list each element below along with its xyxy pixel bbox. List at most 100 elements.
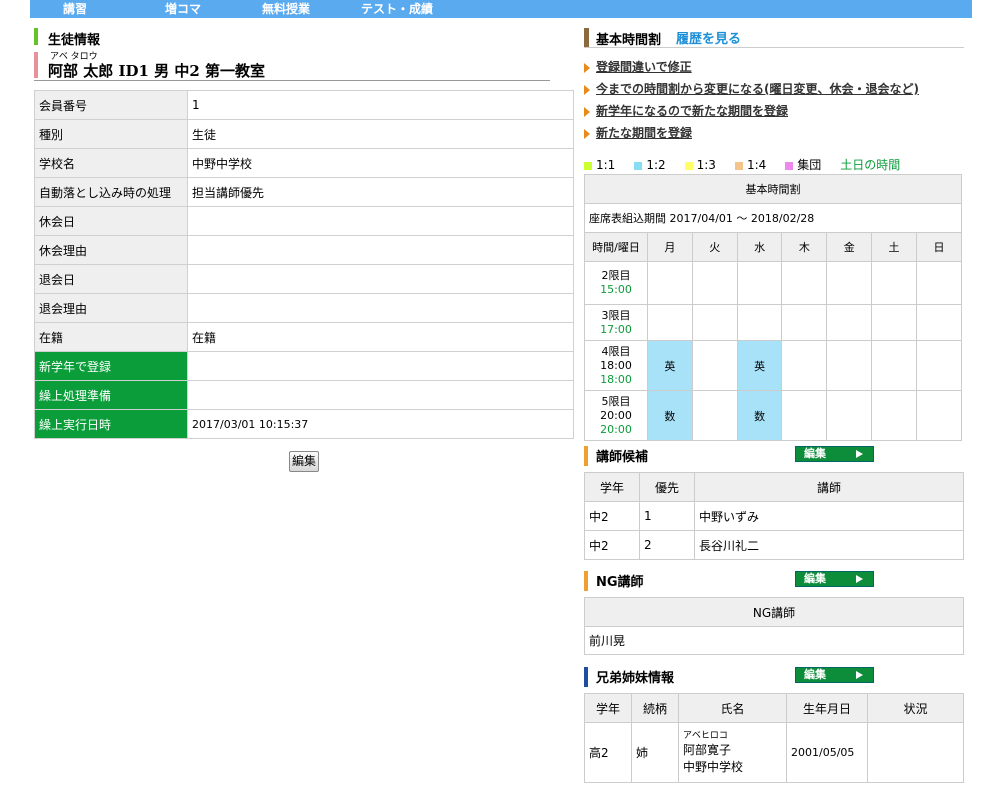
period-label: 4限目 xyxy=(601,344,631,358)
timetable-cell[interactable] xyxy=(871,340,917,391)
day-header: 水 xyxy=(736,232,783,262)
timetable-period: 座席表組込期間 2017/04/01 〜 2018/02/28 xyxy=(584,203,962,233)
timetable-cell[interactable] xyxy=(647,304,693,341)
section-bar xyxy=(34,28,38,45)
play-icon xyxy=(856,450,863,458)
siblings-title: 兄弟姉妹情報 xyxy=(596,671,675,686)
ng-header: NG講師 xyxy=(584,597,964,627)
section-bar xyxy=(584,571,588,591)
legend-swatch xyxy=(684,161,693,170)
nav-item-test-score[interactable]: テスト・成績 xyxy=(361,1,433,17)
timetable-cell[interactable] xyxy=(826,261,873,305)
info-label: 在籍 xyxy=(34,322,188,352)
period-time-weekend: 20:00 xyxy=(600,422,632,436)
period-label: 3限目 xyxy=(601,308,631,322)
table-row: 中2 2 長谷川礼二 xyxy=(584,530,964,560)
info-value xyxy=(187,293,574,323)
col-name: 氏名 xyxy=(678,693,787,723)
day-header: 土 xyxy=(871,232,917,262)
legend-label: 1:1 xyxy=(596,158,616,172)
siblings-edit-button[interactable]: 編集 xyxy=(795,667,874,683)
timetable-cell[interactable] xyxy=(826,304,873,341)
section-bar xyxy=(584,28,589,48)
info-label: 退会日 xyxy=(34,264,188,294)
period-label: 2限目 xyxy=(601,269,631,282)
link-new-grade[interactable]: 新学年になるので新たな期間を登録 xyxy=(596,104,788,118)
link-new-period[interactable]: 新たな期間を登録 xyxy=(596,126,692,140)
period-label: 5限目 xyxy=(601,394,631,408)
arrow-icon xyxy=(584,128,590,139)
info-value xyxy=(187,206,574,236)
col-birth: 生年月日 xyxy=(786,693,868,723)
nav-item-koushu[interactable]: 講習 xyxy=(63,1,87,17)
sibling-status xyxy=(867,722,964,783)
timetable-cell[interactable] xyxy=(871,390,917,441)
sibling-grade: 高2 xyxy=(584,722,632,783)
info-row: 繰上実行日時 2017/03/01 10:15:37 xyxy=(34,409,574,439)
sibling-name-cell: アベヒロコ 阿部寛子 中野中学校 xyxy=(678,722,787,783)
nav-item-zoukoma[interactable]: 増コマ xyxy=(165,1,201,17)
timetable-cell[interactable] xyxy=(781,340,828,391)
timetable-cell[interactable] xyxy=(691,390,738,441)
sibling-name: 阿部寛子 xyxy=(683,742,732,757)
timetable-cell[interactable] xyxy=(781,304,828,341)
info-row: 学校名 中野中学校 xyxy=(34,148,574,178)
timetable-cell[interactable] xyxy=(691,261,738,305)
info-row: 新学年で登録 xyxy=(34,351,574,381)
candidates-table: 学年 優先 講師 中2 1 中野いずみ 中2 2 長谷川礼二 xyxy=(584,472,964,560)
legend-weekend: 土日の時間 xyxy=(840,158,901,172)
timetable-cell[interactable] xyxy=(915,340,963,391)
candidates-cell: 長谷川礼二 xyxy=(694,530,964,560)
period-time-weekend: 18:00 xyxy=(600,372,632,386)
timetable-cell[interactable] xyxy=(781,261,828,305)
candidates-title: 講師候補 xyxy=(596,450,649,465)
info-value xyxy=(187,264,574,294)
timetable-cell[interactable] xyxy=(691,340,738,391)
info-value: 2017/03/01 10:15:37 xyxy=(187,409,574,439)
legend-label: 集団 xyxy=(797,158,822,172)
info-value: 生徒 xyxy=(187,119,574,149)
timetable-cell[interactable]: 英 xyxy=(647,340,693,391)
info-label: 繰上処理準備 xyxy=(34,380,188,410)
link-fix-mistake[interactable]: 登録間違いで修正 xyxy=(596,60,692,74)
sibling-school: 中野中学校 xyxy=(683,759,744,774)
info-label: 学校名 xyxy=(34,148,188,178)
history-link[interactable]: 履歴を見る xyxy=(676,28,741,47)
timetable-cell[interactable] xyxy=(781,390,828,441)
timetable-cell[interactable] xyxy=(736,261,783,305)
timetable-cell[interactable] xyxy=(826,340,873,391)
timetable-cell[interactable]: 数 xyxy=(736,390,783,441)
timetable-cell[interactable] xyxy=(691,304,738,341)
timetable-cell[interactable] xyxy=(736,304,783,341)
info-row: 会員番号 1 xyxy=(34,90,574,120)
siblings-table: 学年 続柄 氏名 生年月日 状況 高2 姉 アベヒロコ 阿部寛子 中野中学校 2… xyxy=(584,693,964,783)
info-value: 1 xyxy=(187,90,574,120)
info-label: 休会日 xyxy=(34,206,188,236)
legend-swatch xyxy=(634,161,643,170)
arrow-icon xyxy=(584,106,590,117)
legend-label: 1:4 xyxy=(746,158,767,172)
ng-edit-button[interactable]: 編集 xyxy=(795,571,874,587)
timetable-cell[interactable] xyxy=(915,261,963,305)
info-label: 新学年で登録 xyxy=(34,351,188,381)
timetable-cell[interactable]: 数 xyxy=(647,390,693,441)
candidates-edit-button[interactable]: 編集 xyxy=(795,446,874,462)
timetable-cell[interactable] xyxy=(915,390,963,441)
timetable-cell[interactable] xyxy=(871,304,917,341)
candidates-cell: 2 xyxy=(639,530,695,560)
info-label: 自動落とし込み時の処理 xyxy=(34,177,188,207)
info-row: 休会日 xyxy=(34,206,574,236)
table-row: 中2 1 中野いずみ xyxy=(584,501,964,531)
timetable-cell[interactable] xyxy=(871,261,917,305)
timetable-cell[interactable] xyxy=(647,261,693,305)
link-change-schedule[interactable]: 今までの時間割から変更になる(曜日変更、休会・退会など) xyxy=(596,82,919,96)
timetable-cell[interactable] xyxy=(826,390,873,441)
action-row: 新たな期間を登録 xyxy=(584,124,984,146)
nav-item-free-class[interactable]: 無料授業 xyxy=(262,1,310,17)
day-header: 月 xyxy=(647,232,693,262)
timetable-cell[interactable]: 英 xyxy=(736,340,783,391)
edit-button[interactable]: 編集 xyxy=(289,451,319,472)
legend-swatch xyxy=(734,161,743,170)
timetable-cell[interactable] xyxy=(915,304,963,341)
timetable-row: 5限目 20:00 20:00 数数 xyxy=(584,390,963,441)
